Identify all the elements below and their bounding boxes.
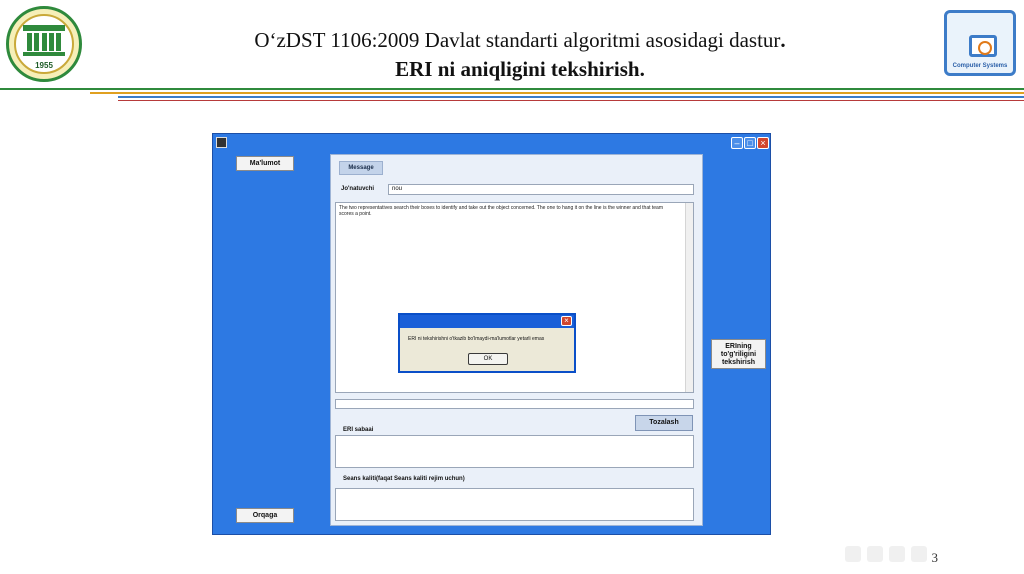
orqaga-button[interactable]: Orqaga	[236, 508, 294, 523]
slide-number: 3	[931, 550, 939, 565]
malumot-button[interactable]: Ma'lumot	[236, 156, 294, 171]
message-scrollbar[interactable]	[685, 203, 693, 392]
nav-next-icon[interactable]	[911, 546, 927, 562]
monitor-icon	[969, 35, 997, 57]
session-key-field[interactable]	[335, 488, 694, 521]
divider-green	[0, 88, 1024, 90]
slide-title-line2: ERI ni aniqligini tekshirish.	[395, 57, 645, 81]
minimize-icon[interactable]: –	[731, 137, 743, 149]
nav-prev-icon[interactable]	[845, 546, 861, 562]
message-text: The two representatives search their box…	[339, 205, 663, 217]
department-logo: Computer Systems	[944, 10, 1016, 76]
divider-blue	[118, 96, 1024, 98]
window-titlebar: – □ ×	[213, 134, 770, 152]
error-dialog: × ERI ni tekshirishni o'tkazib bo'lmaydi…	[398, 313, 576, 373]
app-icon	[216, 137, 227, 148]
divider-red	[118, 100, 1024, 101]
ok-button[interactable]: OK	[468, 353, 508, 365]
clear-button[interactable]: Tozalash	[635, 415, 693, 431]
session-key-label: Seans kaliti(faqat Seans kaliti rejim uc…	[343, 476, 465, 482]
divider-gold	[90, 92, 1024, 94]
app-window: – □ × Ma'lumot Orqaga ERIning to'g'rilig…	[212, 133, 771, 535]
dialog-titlebar: ×	[400, 315, 574, 328]
close-icon[interactable]: ×	[757, 137, 769, 149]
slide-nav	[845, 546, 927, 562]
maximize-icon[interactable]: □	[744, 137, 756, 149]
building-icon	[23, 25, 65, 56]
nav-menu-icon[interactable]	[867, 546, 883, 562]
signature-field[interactable]	[335, 435, 694, 468]
tab-message[interactable]: Message	[339, 161, 383, 175]
signature-label: ERI sabaai	[343, 427, 374, 433]
title-line1-text: O‘zDST 1106:2009 Davlat standarti algori…	[254, 28, 781, 52]
sender-label: Jo'natuvchi	[341, 186, 375, 192]
logo-year: 1955	[35, 61, 53, 70]
university-logo: 1955	[6, 6, 82, 82]
sender-field[interactable]: nou	[388, 184, 694, 195]
slide-title-line1: O‘zDST 1106:2009 Davlat standarti algori…	[120, 28, 920, 53]
department-logo-caption: Computer Systems	[952, 63, 1008, 69]
close-icon[interactable]: ×	[561, 316, 572, 326]
check-signature-button[interactable]: ERIning to'g'riligini tekshirish	[711, 339, 766, 369]
title-line1-end: .	[780, 28, 786, 52]
status-field[interactable]	[335, 399, 694, 409]
nav-view-icon[interactable]	[889, 546, 905, 562]
dialog-message: ERI ni tekshirishni o'tkazib bo'lmaydi-m…	[408, 336, 545, 342]
